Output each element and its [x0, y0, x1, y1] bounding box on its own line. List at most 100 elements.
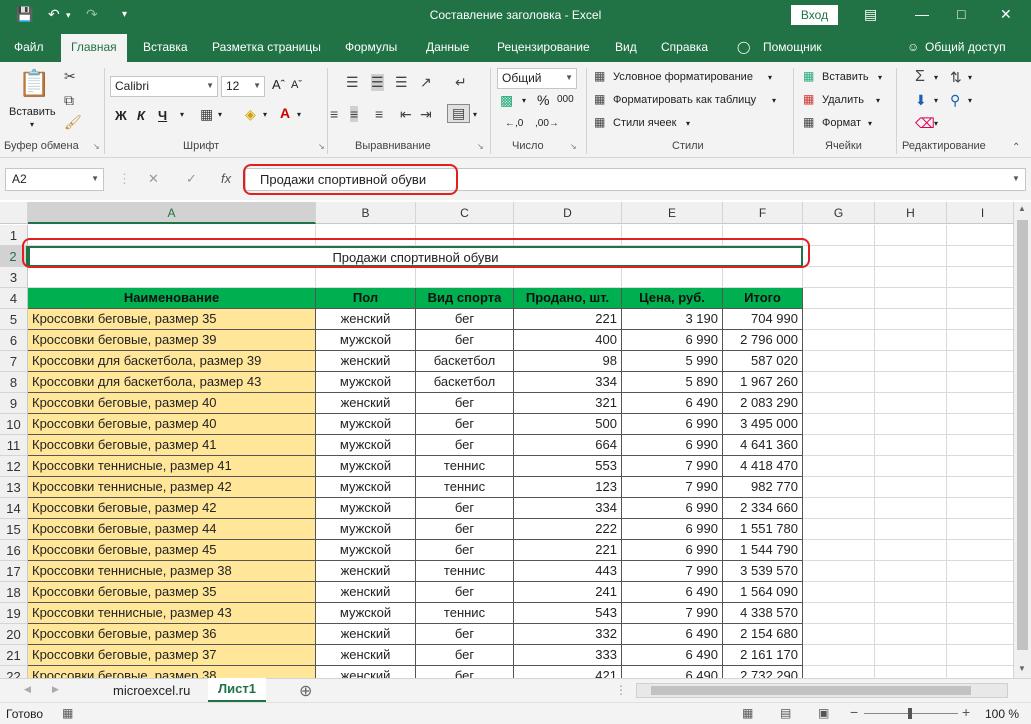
- cell[interactable]: [947, 309, 1019, 330]
- row-header[interactable]: 22: [0, 666, 28, 678]
- table-cell[interactable]: 334: [514, 372, 622, 393]
- wrap-text-icon[interactable]: ↵: [455, 74, 467, 91]
- table-cell[interactable]: женский: [316, 666, 416, 678]
- cell[interactable]: [316, 267, 416, 288]
- cell[interactable]: [875, 477, 947, 498]
- table-cell[interactable]: 7 990: [622, 603, 723, 624]
- login-button[interactable]: Вход: [791, 5, 838, 25]
- table-cell[interactable]: 221: [514, 540, 622, 561]
- row-header[interactable]: 15: [0, 519, 28, 540]
- tab-view[interactable]: Вид: [615, 40, 637, 54]
- cell[interactable]: [803, 330, 875, 351]
- table-cell[interactable]: бег: [416, 666, 514, 678]
- format-painter-icon[interactable]: 🖌: [64, 114, 82, 131]
- table-cell[interactable]: 6 490: [622, 624, 723, 645]
- clear-icon[interactable]: ⌫: [915, 115, 935, 132]
- column-header-c[interactable]: C: [416, 202, 514, 224]
- font-size-select[interactable]: 12 ▼: [221, 76, 265, 97]
- cell[interactable]: [803, 561, 875, 582]
- table-cell[interactable]: мужской: [316, 519, 416, 540]
- tab-formulas[interactable]: Формулы: [345, 40, 397, 54]
- ribbon-display-icon[interactable]: ▤: [864, 6, 877, 23]
- bold-button[interactable]: Ж: [115, 108, 127, 123]
- table-cell[interactable]: 6 990: [622, 519, 723, 540]
- zoom-level[interactable]: 100 %: [985, 707, 1019, 721]
- sheet-tab-microexcel[interactable]: microexcel.ru: [113, 683, 190, 698]
- cell[interactable]: [947, 414, 1019, 435]
- table-cell[interactable]: 2 334 660: [723, 498, 803, 519]
- cell[interactable]: [947, 246, 1019, 267]
- table-cell[interactable]: 332: [514, 624, 622, 645]
- table-cell[interactable]: 6 490: [622, 666, 723, 678]
- table-cell[interactable]: женский: [316, 561, 416, 582]
- table-cell[interactable]: женский: [316, 309, 416, 330]
- name-box[interactable]: A2 ▼: [5, 168, 104, 191]
- table-cell[interactable]: женский: [316, 582, 416, 603]
- page-break-view-icon[interactable]: ▣: [818, 706, 829, 720]
- fill-icon[interactable]: ⬇: [915, 92, 927, 109]
- row-header[interactable]: 9: [0, 393, 28, 414]
- row-header[interactable]: 8: [0, 372, 28, 393]
- table-cell[interactable]: 6 990: [622, 414, 723, 435]
- table-cell[interactable]: баскетбол: [416, 351, 514, 372]
- table-cell[interactable]: мужской: [316, 330, 416, 351]
- tab-help[interactable]: Справка: [661, 40, 708, 54]
- table-cell[interactable]: 7 990: [622, 477, 723, 498]
- cell[interactable]: [803, 246, 875, 267]
- tab-file[interactable]: Файл: [14, 40, 44, 54]
- table-header-cell[interactable]: Наименование: [28, 288, 316, 309]
- cell[interactable]: [875, 582, 947, 603]
- row-header[interactable]: 6: [0, 330, 28, 351]
- table-cell[interactable]: бег: [416, 624, 514, 645]
- cell[interactable]: [875, 372, 947, 393]
- copy-icon[interactable]: ⧉: [64, 92, 74, 109]
- table-cell[interactable]: 3 495 000: [723, 414, 803, 435]
- cancel-icon[interactable]: ✕: [148, 171, 159, 187]
- sheet-tab-sheet1[interactable]: Лист1: [208, 678, 266, 702]
- table-cell[interactable]: 6 990: [622, 435, 723, 456]
- scroll-down-icon[interactable]: ▼: [1018, 664, 1026, 673]
- increase-font-icon[interactable]: Aˆ: [272, 77, 285, 92]
- borders-dropdown-icon[interactable]: ▾: [218, 110, 222, 119]
- table-row-name[interactable]: Кроссовки беговые, размер 37: [28, 645, 316, 666]
- cell[interactable]: [947, 540, 1019, 561]
- cell[interactable]: [803, 267, 875, 288]
- font-color-icon[interactable]: A: [280, 105, 290, 121]
- table-cell[interactable]: бег: [416, 519, 514, 540]
- cell[interactable]: [947, 393, 1019, 414]
- row-header[interactable]: 16: [0, 540, 28, 561]
- horizontal-scrollbar[interactable]: [636, 683, 1008, 698]
- table-cell[interactable]: теннис: [416, 456, 514, 477]
- align-top-icon[interactable]: ☰: [346, 74, 359, 91]
- table-cell[interactable]: мужской: [316, 435, 416, 456]
- column-header-e[interactable]: E: [622, 202, 723, 224]
- table-cell[interactable]: 221: [514, 309, 622, 330]
- italic-button[interactable]: К: [137, 108, 145, 123]
- column-header-f[interactable]: F: [723, 202, 803, 224]
- delete-cells-button[interactable]: Удалить: [822, 94, 864, 106]
- table-cell[interactable]: 553: [514, 456, 622, 477]
- cell[interactable]: [947, 561, 1019, 582]
- table-cell[interactable]: мужской: [316, 414, 416, 435]
- autosum-dropdown-icon[interactable]: ▾: [934, 73, 938, 82]
- alignment-launcher-icon[interactable]: ↘: [477, 142, 484, 151]
- cell[interactable]: [875, 498, 947, 519]
- table-cell[interactable]: 321: [514, 393, 622, 414]
- table-cell[interactable]: 6 490: [622, 393, 723, 414]
- merge-center-icon[interactable]: ▤: [447, 104, 471, 123]
- insert-cells-button[interactable]: Вставить: [822, 71, 869, 83]
- cell[interactable]: [947, 519, 1019, 540]
- add-sheet-icon[interactable]: ⊕: [299, 681, 312, 701]
- table-cell[interactable]: 1 564 090: [723, 582, 803, 603]
- table-cell[interactable]: 2 732 290: [723, 666, 803, 678]
- row-header[interactable]: 5: [0, 309, 28, 330]
- cell[interactable]: [875, 330, 947, 351]
- find-select-icon[interactable]: ⚲: [950, 92, 960, 109]
- table-cell[interactable]: 241: [514, 582, 622, 603]
- cell[interactable]: [875, 351, 947, 372]
- chevron-down-icon[interactable]: ▾: [772, 96, 776, 105]
- row-header[interactable]: 17: [0, 561, 28, 582]
- table-row-name[interactable]: Кроссовки беговые, размер 45: [28, 540, 316, 561]
- prev-sheet-icon[interactable]: ◀: [24, 684, 31, 695]
- font-color-dropdown-icon[interactable]: ▾: [297, 110, 301, 119]
